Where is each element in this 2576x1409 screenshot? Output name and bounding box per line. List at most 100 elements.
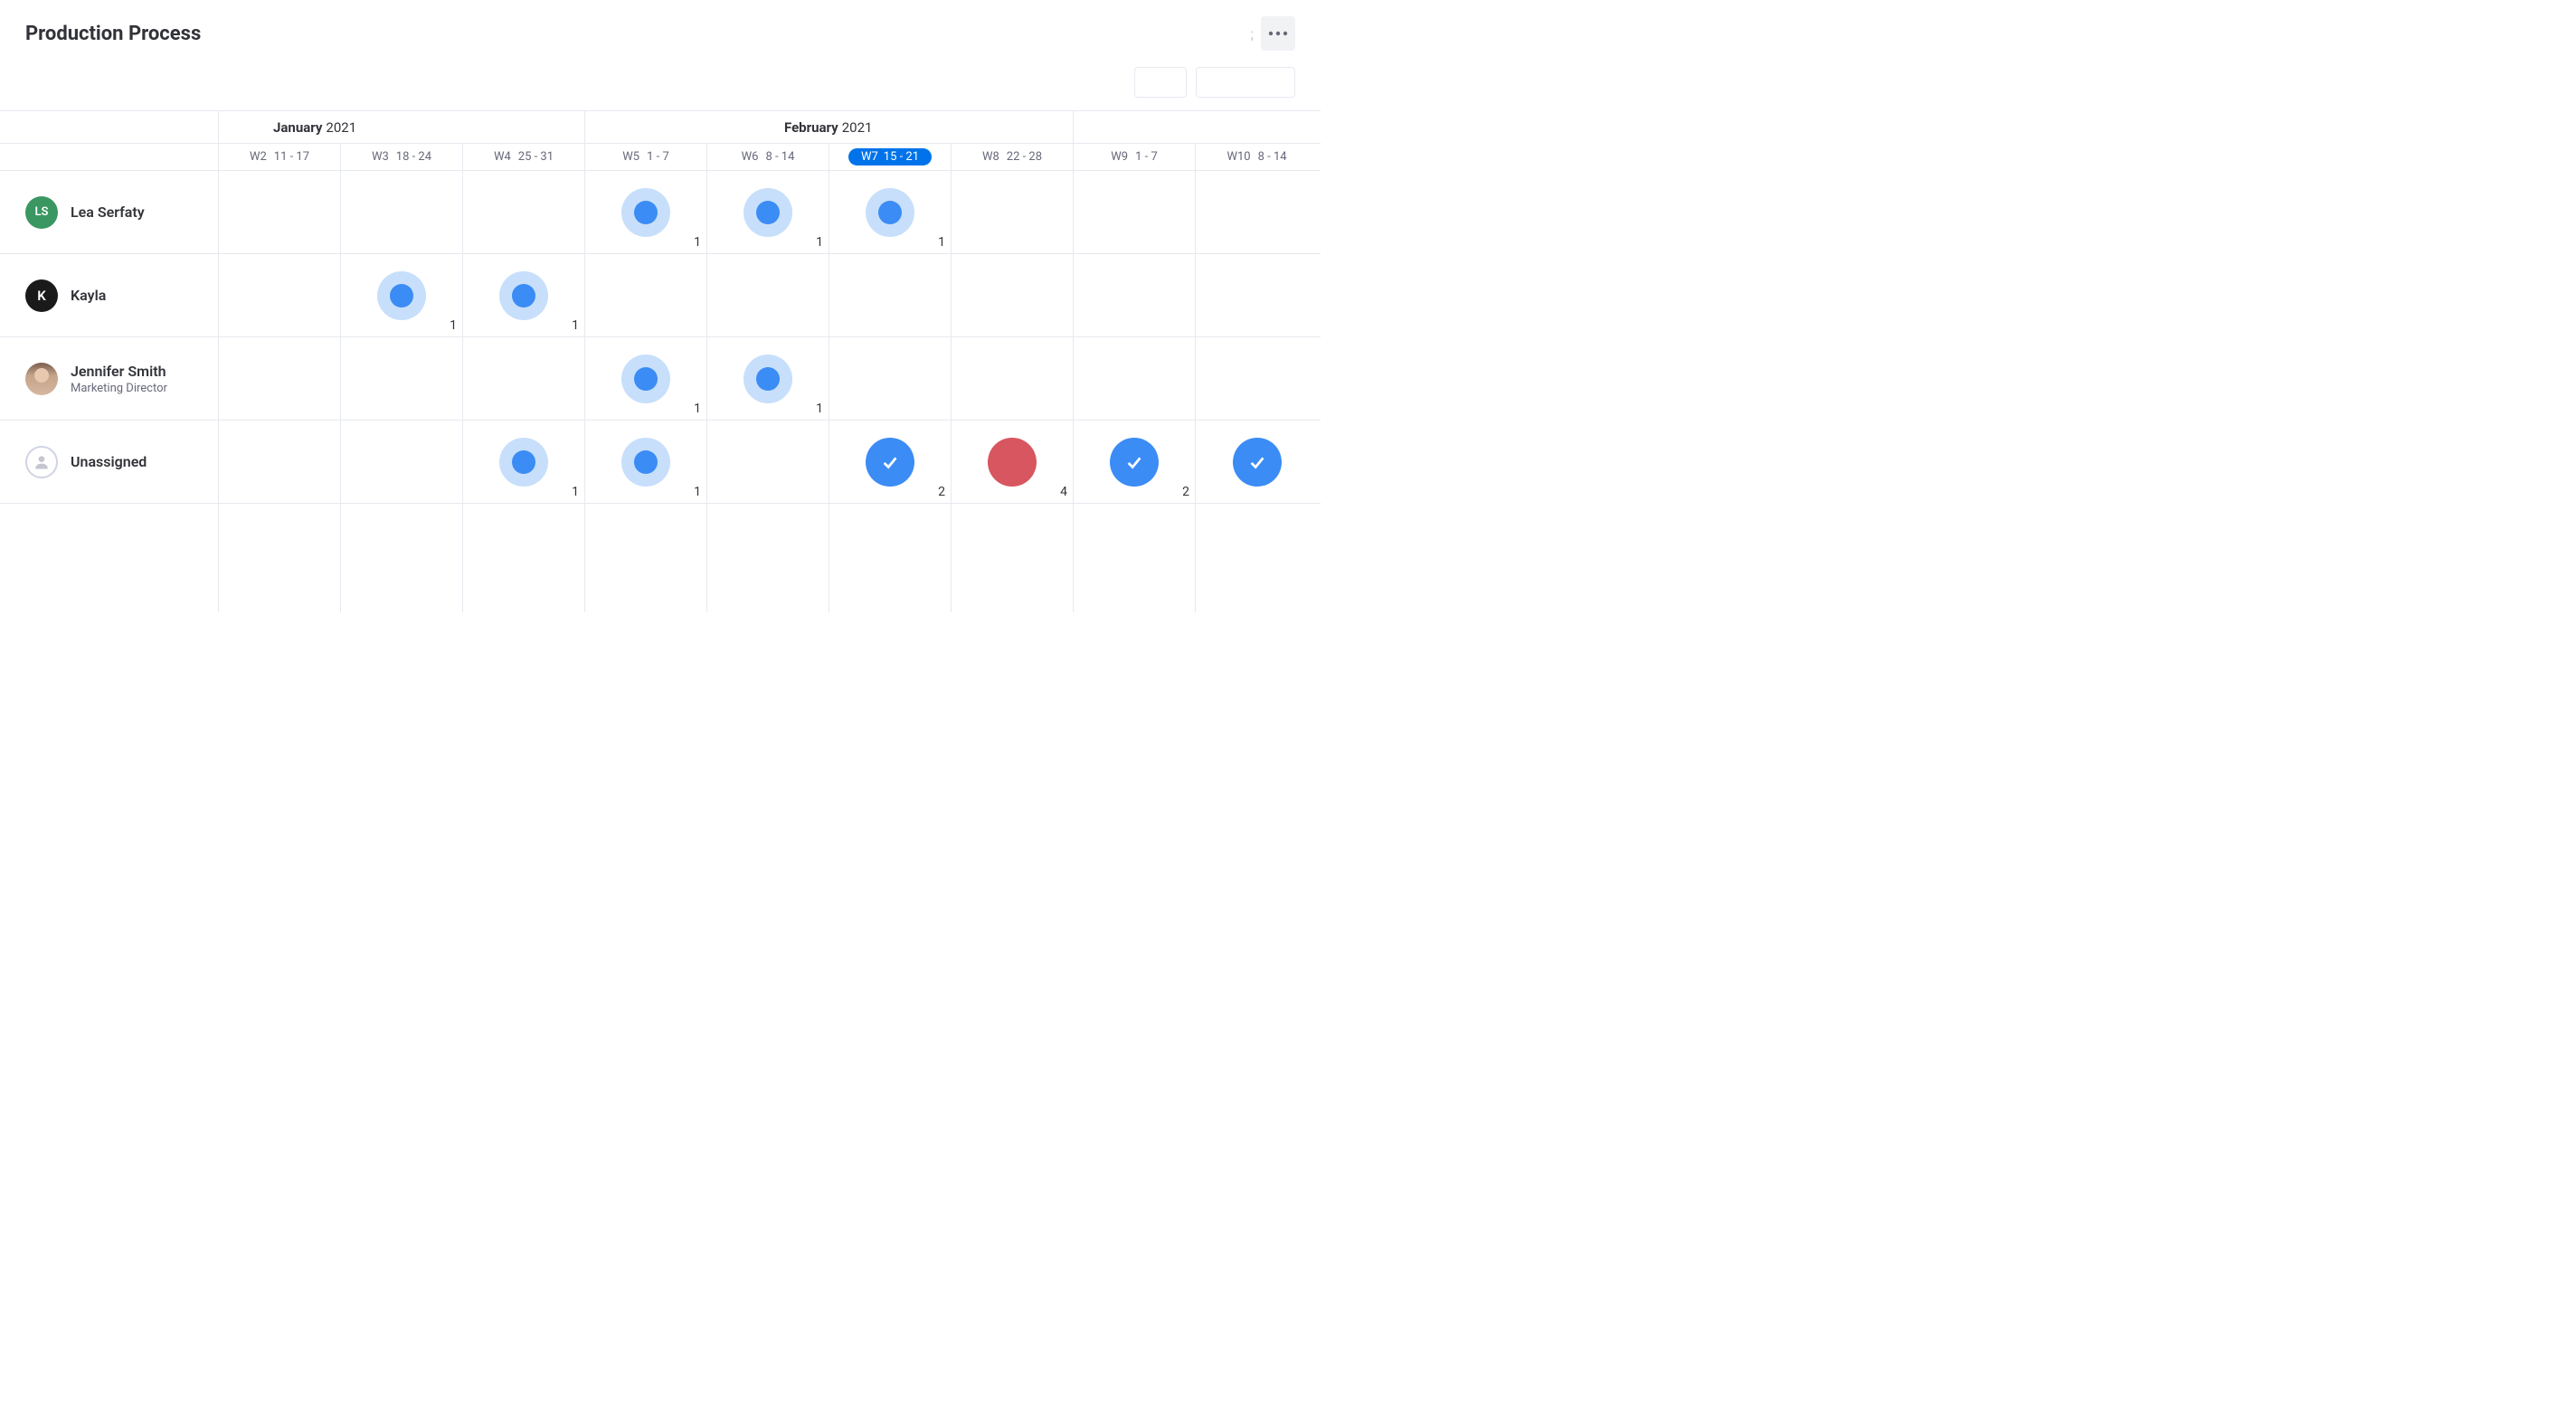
current-week-pill: W715 - 21: [848, 148, 932, 165]
status-dot-inprogress-icon: [499, 271, 548, 320]
month-header-row: January 2021 February 2021: [0, 111, 1321, 144]
status-dot-done-icon: [1110, 438, 1159, 487]
side-header-spacer: [0, 111, 219, 143]
status-dot-inprogress-icon: [743, 355, 792, 403]
status-dot-overdue-icon: [988, 438, 1037, 487]
workload-board: January 2021 February 2021 W211 - 17W318…: [0, 110, 1321, 612]
status-dot-inprogress-icon: [621, 438, 670, 487]
avatar-unassigned-icon: [25, 446, 58, 478]
workload-cell[interactable]: 2: [829, 421, 952, 503]
workload-cell: [952, 254, 1074, 336]
person-name: Lea Serfaty: [71, 203, 145, 221]
workload-cell: [463, 337, 585, 420]
cell-count: 2: [938, 485, 945, 499]
workload-cell: [341, 337, 463, 420]
workload-cell[interactable]: 1: [707, 337, 829, 420]
workload-cell: [829, 337, 952, 420]
workload-cell[interactable]: 1: [585, 171, 707, 253]
status-dot-done-icon: [1233, 438, 1282, 487]
toolbar: [0, 58, 1321, 110]
person-row: Unassigned 1 1 2 4 2: [0, 421, 1321, 504]
person-cell[interactable]: K Kayla: [0, 254, 219, 336]
workload-cell: [219, 171, 341, 253]
month-header-january: January 2021: [219, 111, 585, 143]
person-name: Jennifer Smith: [71, 363, 167, 380]
person-cell[interactable]: Jennifer Smith Marketing Director: [0, 337, 219, 420]
cell-count: 1: [816, 402, 823, 416]
workload-cell: [341, 171, 463, 253]
workload-cell[interactable]: 2: [1074, 421, 1196, 503]
person-row: LS Lea Serfaty 1 1 1: [0, 171, 1321, 254]
workload-cell: [341, 421, 463, 503]
workload-cell[interactable]: 1: [707, 171, 829, 253]
status-dot-inprogress-icon: [866, 188, 914, 237]
status-dot-inprogress-icon: [621, 188, 670, 237]
week-header-w7[interactable]: W715 - 21: [829, 144, 952, 170]
workload-cell: [463, 171, 585, 253]
week-header-w6[interactable]: W68 - 14: [707, 144, 829, 170]
more-options-button[interactable]: [1261, 16, 1295, 51]
person-row: K Kayla 1 1: [0, 254, 1321, 337]
workload-cell[interactable]: 1: [585, 337, 707, 420]
status-dot-done-icon: [866, 438, 914, 487]
workload-cell[interactable]: 1: [585, 421, 707, 503]
toolbar-button-b[interactable]: [1196, 67, 1295, 98]
person-row: Jennifer Smith Marketing Director 1 1: [0, 337, 1321, 421]
status-dot-inprogress-icon: [621, 355, 670, 403]
person-name: Kayla: [71, 287, 106, 304]
week-header-w5[interactable]: W51 - 7: [585, 144, 707, 170]
person-name: Unassigned: [71, 453, 147, 470]
cell-count: 2: [1182, 485, 1189, 499]
week-header-row: W211 - 17W318 - 24W425 - 31W51 - 7W68 - …: [0, 144, 1321, 171]
cell-count: 1: [694, 235, 701, 250]
month-header-february: February 2021: [585, 111, 1074, 143]
status-dot-inprogress-icon: [377, 271, 426, 320]
workload-cell: [219, 337, 341, 420]
workload-cell[interactable]: 1: [463, 254, 585, 336]
workload-cell: [219, 421, 341, 503]
header: Production Process ;: [0, 0, 1321, 58]
workload-cell: [1074, 337, 1196, 420]
cell-count: 1: [694, 402, 701, 416]
workload-cell[interactable]: 4: [952, 421, 1074, 503]
week-header-w4[interactable]: W425 - 31: [463, 144, 585, 170]
cell-count: 4: [1060, 485, 1067, 499]
workload-cell: [1196, 171, 1318, 253]
week-header-w8[interactable]: W822 - 28: [952, 144, 1074, 170]
status-dot-inprogress-icon: [743, 188, 792, 237]
person-subtitle: Marketing Director: [71, 382, 167, 395]
toolbar-button-a[interactable]: [1134, 67, 1187, 98]
avatar-initials: K: [25, 279, 58, 312]
month-header-next: [1074, 111, 1321, 143]
avatar-initials: LS: [25, 196, 58, 229]
page-title: Production Process: [25, 23, 201, 45]
workload-cell: [707, 421, 829, 503]
week-header-w10[interactable]: W108 - 14: [1196, 144, 1318, 170]
workload-cell: [829, 254, 952, 336]
workload-cell: [952, 337, 1074, 420]
workload-cell: [1196, 254, 1318, 336]
week-header-w9[interactable]: W91 - 7: [1074, 144, 1196, 170]
cell-count: 1: [694, 485, 701, 499]
workload-cell[interactable]: [1196, 421, 1318, 503]
spacer-row: [0, 504, 1321, 612]
person-cell[interactable]: Unassigned: [0, 421, 219, 503]
workload-cell: [1074, 171, 1196, 253]
week-header-w3[interactable]: W318 - 24: [341, 144, 463, 170]
workload-cell[interactable]: 1: [463, 421, 585, 503]
week-header-w2[interactable]: W211 - 17: [219, 144, 341, 170]
status-dot-inprogress-icon: [499, 438, 548, 487]
header-actions: ;: [1251, 16, 1295, 51]
workload-cell: [1074, 254, 1196, 336]
cell-count: 1: [572, 318, 579, 333]
person-cell[interactable]: LS Lea Serfaty: [0, 171, 219, 253]
cell-count: 1: [572, 485, 579, 499]
cell-count: 1: [816, 235, 823, 250]
more-horizontal-icon: [1268, 31, 1288, 36]
workload-cell: [707, 254, 829, 336]
cell-count: 1: [938, 235, 945, 250]
workload-cell: [219, 254, 341, 336]
header-divider: ;: [1251, 25, 1254, 43]
workload-cell[interactable]: 1: [829, 171, 952, 253]
workload-cell[interactable]: 1: [341, 254, 463, 336]
